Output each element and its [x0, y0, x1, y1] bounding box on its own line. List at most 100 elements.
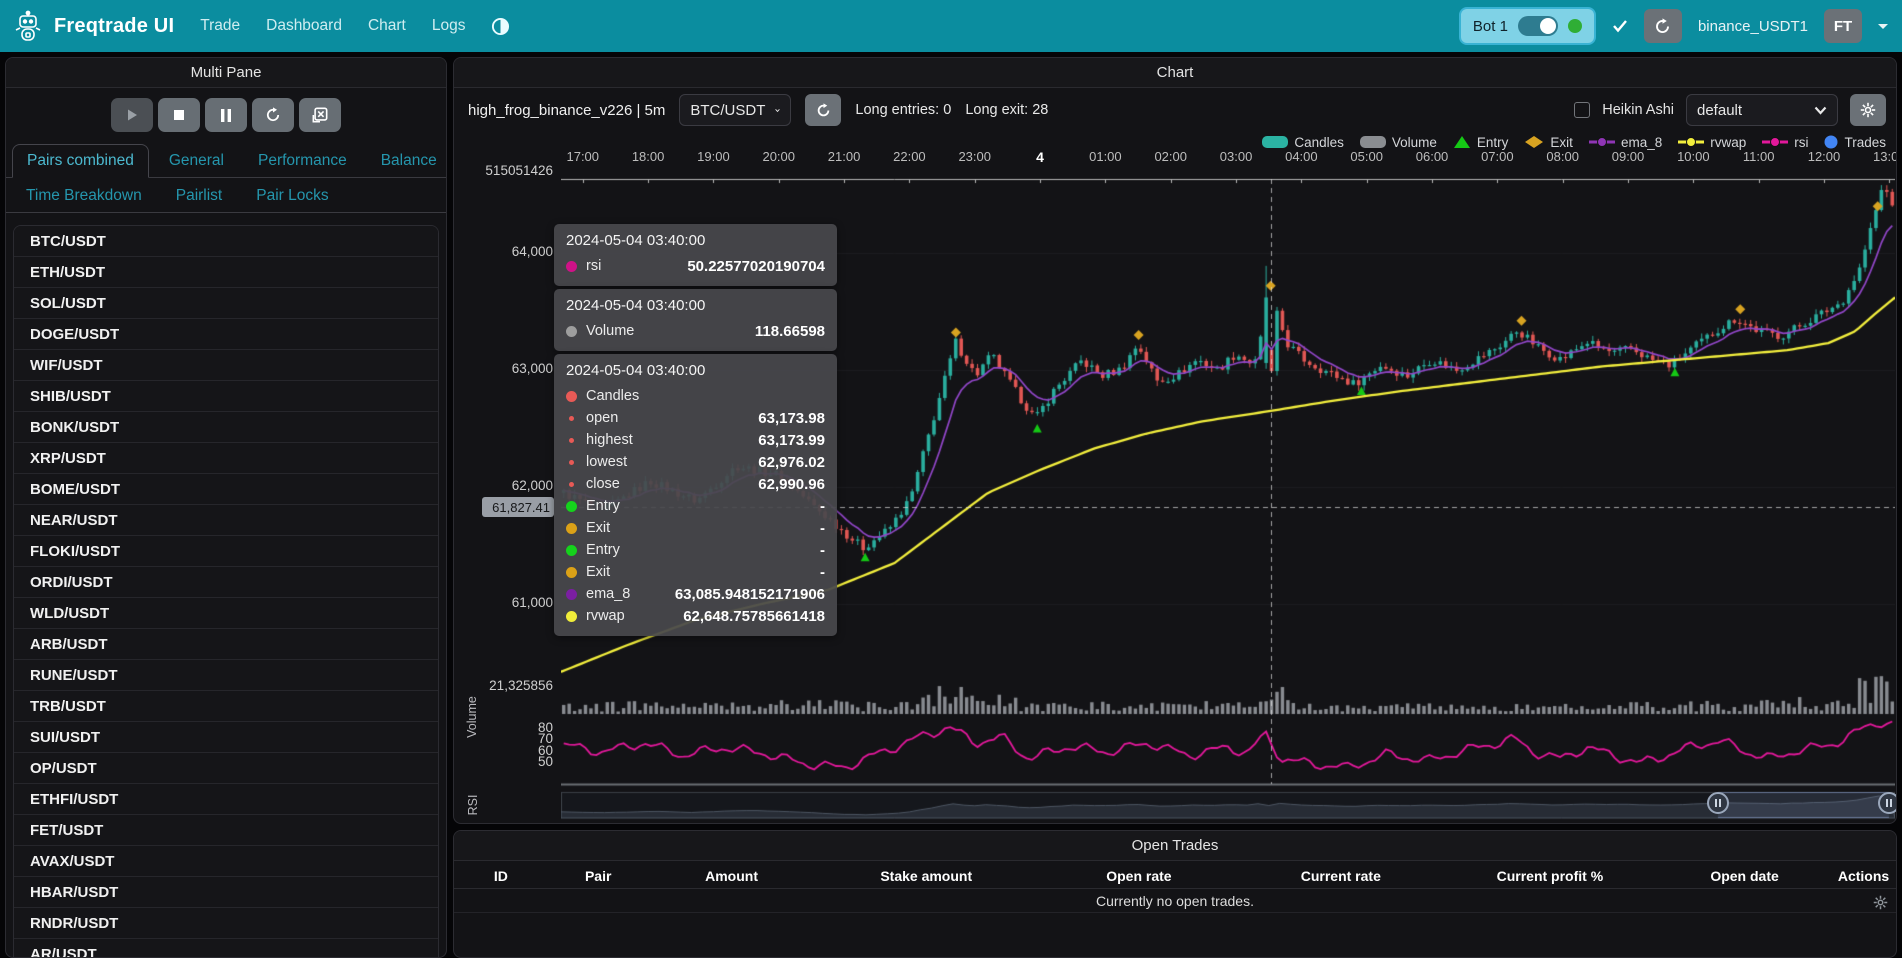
reload-bot-button[interactable]: [1644, 9, 1682, 43]
legend-ema_8[interactable]: ema_8: [1589, 135, 1662, 150]
column-header-actions[interactable]: Actions: [1831, 868, 1896, 884]
tab-general[interactable]: General: [155, 145, 238, 177]
column-header-open-rate[interactable]: Open rate: [1038, 868, 1240, 884]
time-tick-4: 4: [1018, 149, 1062, 165]
pair-row-arb[interactable]: ARB/USDT: [14, 629, 438, 660]
tab-time-breakdown[interactable]: Time Breakdown: [12, 180, 156, 212]
column-header-open-date[interactable]: Open date: [1658, 868, 1831, 884]
tooltip-row-close: close62,990.96: [566, 473, 825, 495]
table-settings-gear-icon[interactable]: [1873, 895, 1888, 910]
pair-row-hbar[interactable]: HBAR/USDT: [14, 877, 438, 908]
column-header-current-profit--[interactable]: Current profit %: [1442, 868, 1658, 884]
pair-row-shib[interactable]: SHIB/USDT: [14, 381, 438, 412]
app-title: Freqtrade UI: [54, 15, 174, 38]
column-header-current-rate[interactable]: Current rate: [1240, 868, 1442, 884]
tab-pair-locks[interactable]: Pair Locks: [242, 180, 342, 212]
pause-button[interactable]: [205, 98, 247, 132]
plot-settings-button[interactable]: [1850, 94, 1886, 126]
tab-pairlist[interactable]: Pairlist: [162, 180, 237, 212]
pair-row-doge[interactable]: DOGE/USDT: [14, 319, 438, 350]
pair-row-op[interactable]: OP/USDT: [14, 753, 438, 784]
refresh-button[interactable]: [252, 98, 294, 132]
plot-config-select[interactable]: default: [1686, 94, 1838, 126]
column-header-amount[interactable]: Amount: [649, 868, 815, 884]
pair-row-ordi[interactable]: ORDI/USDT: [14, 567, 438, 598]
pair-row-wif[interactable]: WIF/USDT: [14, 350, 438, 381]
legend-label: Entry: [1477, 135, 1509, 150]
pair-row-trb[interactable]: TRB/USDT: [14, 691, 438, 722]
heikin-ashi-checkbox[interactable]: [1574, 102, 1590, 118]
ema_8-marker-icon: [1589, 135, 1615, 149]
nav-item-logs[interactable]: Logs: [432, 17, 466, 35]
time-tick-23:00: 23:00: [953, 149, 997, 164]
datazoom-left-handle[interactable]: [1707, 792, 1729, 814]
discard-button[interactable]: [299, 98, 341, 132]
pair-row-fet[interactable]: FET/USDT: [14, 815, 438, 846]
pair-row-eth[interactable]: ETH/USDT: [14, 257, 438, 288]
tooltip-label: rsi: [586, 258, 601, 274]
tooltip-dot: [566, 501, 577, 512]
column-header-stake-amount[interactable]: Stake amount: [814, 868, 1038, 884]
nav-item-chart[interactable]: Chart: [368, 17, 406, 35]
legend-trades[interactable]: Trades: [1824, 135, 1886, 150]
pair-row-xrp[interactable]: XRP/USDT: [14, 443, 438, 474]
pair-row-btc[interactable]: BTC/USDT: [14, 226, 438, 257]
nav-item-trade[interactable]: Trade: [200, 17, 240, 35]
stop-button[interactable]: [158, 98, 200, 132]
user-avatar[interactable]: FT: [1824, 9, 1862, 43]
user-menu-caret-icon[interactable]: [1878, 24, 1888, 29]
legend-label: rvwap: [1710, 135, 1746, 150]
tab-pairs-combined[interactable]: Pairs combined: [12, 144, 149, 178]
tooltip-dot: [569, 460, 574, 465]
theme-toggle-icon[interactable]: [491, 17, 510, 36]
column-header-pair[interactable]: Pair: [548, 868, 649, 884]
time-tick-08:00: 08:00: [1541, 149, 1585, 164]
tooltip-dot: [566, 391, 577, 402]
tooltip-row-rvwap: rvwap62,648.75785661418: [566, 605, 825, 627]
time-tick-21:00: 21:00: [822, 149, 866, 164]
time-tick-04:00: 04:00: [1279, 149, 1323, 164]
play-button[interactable]: [111, 98, 153, 132]
check-icon[interactable]: [1612, 19, 1628, 33]
pair-row-bome[interactable]: BOME/USDT: [14, 474, 438, 505]
legend-candles[interactable]: Candles: [1262, 135, 1344, 150]
legend-rsi[interactable]: rsi: [1762, 135, 1808, 150]
tooltip-value: -: [820, 520, 825, 537]
pair-row-sol[interactable]: SOL/USDT: [14, 288, 438, 319]
legend-rvwap[interactable]: rvwap: [1678, 135, 1746, 150]
time-tick-12:00: 12:00: [1802, 149, 1846, 164]
open-trades-column-headers: IDPairAmountStake amountOpen rateCurrent…: [454, 863, 1896, 889]
pair-select[interactable]: BTC/USDT: [679, 94, 791, 126]
pair-row-rune[interactable]: RUNE/USDT: [14, 660, 438, 691]
pair-row-rndr[interactable]: RNDR/USDT: [14, 908, 438, 939]
legend-entry[interactable]: Entry: [1453, 135, 1509, 150]
legend-exit[interactable]: Exit: [1524, 135, 1573, 150]
gear-icon: [1860, 102, 1876, 118]
bot-toggle[interactable]: [1518, 16, 1558, 36]
pair-row-wld[interactable]: WLD/USDT: [14, 598, 438, 629]
datazoom-right-handle[interactable]: [1878, 792, 1897, 814]
pair-row-floki[interactable]: FLOKI/USDT: [14, 536, 438, 567]
column-header-id[interactable]: ID: [454, 868, 548, 884]
pair-row-avax[interactable]: AVAX/USDT: [14, 846, 438, 877]
rsi-marker-icon: [1762, 135, 1788, 149]
tab-performance[interactable]: Performance: [244, 145, 361, 177]
tooltip-label: highest: [586, 432, 633, 448]
pair-row-ar[interactable]: AR/USDT: [14, 939, 438, 958]
price-tick-64000: 64,000: [476, 244, 553, 259]
tooltip-dot: [566, 326, 577, 337]
nav-item-dashboard[interactable]: Dashboard: [266, 17, 342, 35]
pair-row-ethfi[interactable]: ETHFI/USDT: [14, 784, 438, 815]
chart-refresh-button[interactable]: [805, 94, 841, 126]
crosshair-price-badge: 61,827.41: [482, 497, 554, 517]
account-name[interactable]: binance_USDT1: [1698, 18, 1808, 35]
pair-row-sui[interactable]: SUI/USDT: [14, 722, 438, 753]
pair-row-bonk[interactable]: BONK/USDT: [14, 412, 438, 443]
bot-selector[interactable]: Bot 1: [1459, 7, 1596, 45]
rsi-tick-50: 50: [476, 754, 553, 769]
legend-label: Candles: [1294, 135, 1344, 150]
legend-volume[interactable]: Volume: [1360, 135, 1437, 150]
pair-row-near[interactable]: NEAR/USDT: [14, 505, 438, 536]
tooltip-value: 62,976.02: [758, 454, 825, 471]
tab-balance[interactable]: Balance: [367, 145, 447, 177]
